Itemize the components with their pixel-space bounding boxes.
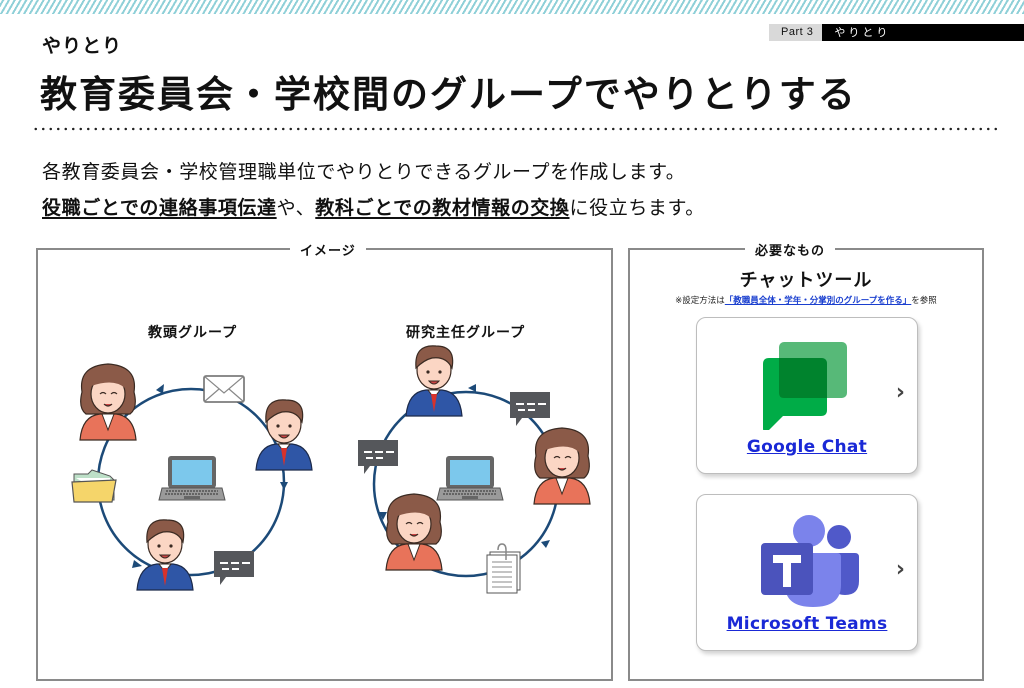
folder-icon bbox=[71, 469, 117, 503]
chat-bubble-icon bbox=[357, 439, 399, 475]
requirements-panel: 必要なもの チャットツール ※設定方法は「教職員全体・学年・分掌別のグループを作… bbox=[628, 240, 984, 681]
microsoft-teams-icon bbox=[761, 515, 859, 607]
person-woman-icon bbox=[533, 427, 591, 505]
page-title: 教育委員会・学校間のグループでやりとりする bbox=[40, 73, 857, 116]
description-text: に役立ちます。 bbox=[569, 197, 705, 219]
person-man-icon bbox=[405, 345, 463, 417]
chat-tool-title: チャットツール bbox=[739, 270, 873, 291]
person-man-icon bbox=[255, 399, 313, 471]
chat-bubble-icon bbox=[213, 550, 255, 586]
part-name: やりとり bbox=[822, 24, 1024, 41]
microsoft-teams-link[interactable]: Microsoft Teams bbox=[697, 614, 917, 634]
decorative-top-stripe bbox=[0, 0, 1024, 14]
emphasis-contact: 役職ごとでの連絡事項伝達 bbox=[42, 197, 277, 219]
google-chat-card[interactable]: › Google Chat bbox=[696, 317, 918, 474]
image-panel: イメージ 教頭グループ 研究主任グループ bbox=[36, 240, 613, 681]
description-line-2: 役職ごとでの連絡事項伝達や、教科ごとでの教材情報の交換に役立ちます。 bbox=[42, 193, 705, 220]
description-line-1: 各教育委員会・学校管理職単位でやりとりできるグループを作成します。 bbox=[42, 161, 686, 183]
dotted-divider bbox=[32, 127, 998, 131]
google-chat-link[interactable]: Google Chat bbox=[697, 437, 917, 457]
legend-text: 必要なもの bbox=[755, 244, 826, 259]
arrow-icon bbox=[156, 384, 164, 394]
microsoft-teams-card[interactable]: › Microsoft Teams bbox=[696, 494, 918, 651]
arrow-icon bbox=[280, 482, 288, 490]
setup-reference-note: ※設定方法は「教職員全体・学年・分掌別のグループを作る」を参照 bbox=[630, 294, 982, 306]
laptop-icon bbox=[436, 455, 504, 501]
part-badge: Part 3 やりとり bbox=[769, 24, 1024, 41]
person-man-icon bbox=[136, 519, 194, 591]
documents-icon bbox=[486, 543, 521, 594]
description-text: や、 bbox=[276, 197, 316, 219]
emphasis-materials: 教科ごとでの教材情報の交換 bbox=[315, 197, 570, 219]
section-label: やりとり bbox=[42, 35, 123, 57]
chevron-right-icon: › bbox=[895, 557, 905, 582]
setup-guide-link[interactable]: 「教職員全体・学年・分掌別のグループを作る」 bbox=[725, 296, 912, 306]
part-number: Part 3 bbox=[769, 24, 823, 41]
person-woman-icon bbox=[385, 493, 443, 571]
group-diagram bbox=[71, 345, 591, 594]
arrow-icon bbox=[541, 540, 550, 548]
arrow-icon bbox=[468, 384, 476, 392]
note-suffix: を参照 bbox=[911, 296, 937, 306]
chevron-right-icon: › bbox=[895, 380, 905, 405]
note-prefix: ※設定方法は bbox=[675, 296, 725, 306]
requirements-panel-legend: 必要なもの bbox=[745, 240, 836, 259]
envelope-icon bbox=[203, 375, 245, 403]
person-woman-icon bbox=[79, 363, 137, 441]
google-chat-icon bbox=[763, 342, 847, 430]
chat-bubble-icon bbox=[509, 391, 551, 427]
laptop-icon bbox=[158, 455, 226, 501]
